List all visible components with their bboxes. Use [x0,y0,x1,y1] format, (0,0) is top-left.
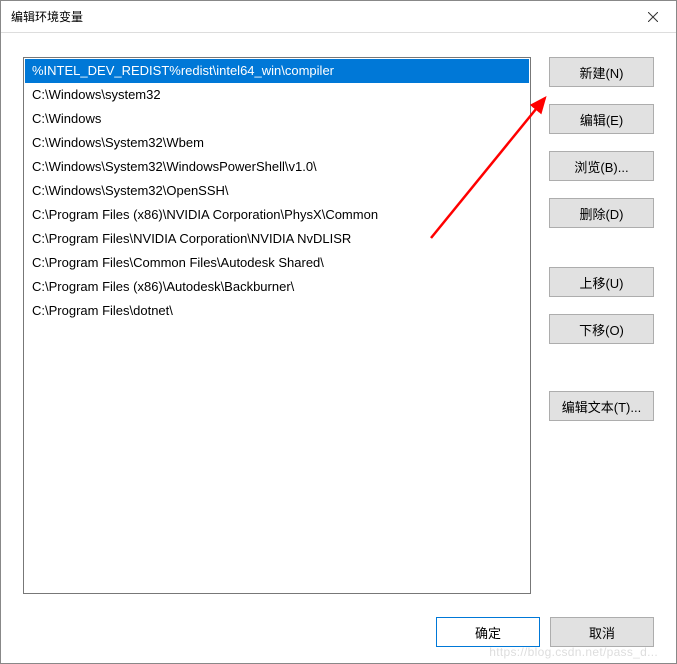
dialog-title: 编辑环境变量 [11,8,83,25]
move-up-button[interactable]: 上移(U) [549,267,654,297]
list-item[interactable]: C:\Program Files\Common Files\Autodesk S… [25,251,529,275]
cancel-button[interactable]: 取消 [550,617,654,647]
dialog-content: %INTEL_DEV_REDIST%redist\intel64_win\com… [1,33,676,663]
list-item[interactable]: C:\Windows\System32\Wbem [25,131,529,155]
list-item[interactable]: C:\Program Files (x86)\Autodesk\Backburn… [25,275,529,299]
close-button[interactable] [630,1,676,33]
move-down-button[interactable]: 下移(O) [549,314,654,344]
edit-text-button[interactable]: 编辑文本(T)... [549,391,654,421]
list-item[interactable]: C:\Windows\System32\OpenSSH\ [25,179,529,203]
edit-button[interactable]: 编辑(E) [549,104,654,134]
new-button[interactable]: 新建(N) [549,57,654,87]
list-item[interactable]: C:\Windows\system32 [25,83,529,107]
list-item[interactable]: C:\Program Files\NVIDIA Corporation\NVID… [25,227,529,251]
title-bar: 编辑环境变量 [1,1,676,33]
list-item[interactable]: C:\Windows\System32\WindowsPowerShell\v1… [25,155,529,179]
bottom-button-row: 确定 取消 [436,617,654,647]
close-icon [648,12,658,22]
browse-button[interactable]: 浏览(B)... [549,151,654,181]
list-item[interactable]: C:\Program Files\dotnet\ [25,299,529,323]
path-listbox[interactable]: %INTEL_DEV_REDIST%redist\intel64_win\com… [23,57,531,594]
ok-button[interactable]: 确定 [436,617,540,647]
list-item[interactable]: C:\Program Files (x86)\NVIDIA Corporatio… [25,203,529,227]
list-item[interactable]: %INTEL_DEV_REDIST%redist\intel64_win\com… [25,59,529,83]
button-column: 新建(N) 编辑(E) 浏览(B)... 删除(D) 上移(U) 下移(O) 编… [549,57,654,607]
delete-button[interactable]: 删除(D) [549,198,654,228]
list-item[interactable]: C:\Windows [25,107,529,131]
